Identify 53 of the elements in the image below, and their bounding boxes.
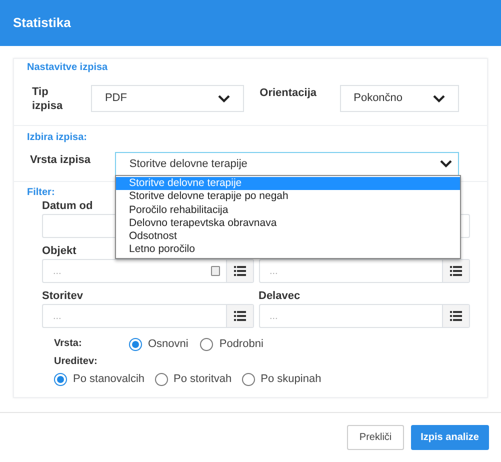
list-icon: [450, 311, 462, 321]
list-button[interactable]: [442, 260, 469, 282]
field-label: Tip izpisa: [31, 85, 64, 113]
dropdown-option[interactable]: Storitve delovne terapije: [116, 177, 460, 190]
lookup-field[interactable]: ...: [42, 304, 254, 328]
radio-button[interactable]: [242, 372, 255, 386]
submit-button[interactable]: Izpis analize: [410, 425, 489, 450]
section-heading: Izbira izpisa:: [27, 132, 88, 144]
field-label: Vrsta:: [54, 337, 83, 351]
field-label: Orientacija: [260, 86, 318, 101]
radio-label: Po skupinah: [260, 372, 322, 386]
list-button[interactable]: [226, 260, 252, 282]
dropdown-option[interactable]: Storitve delovne terapije po negah: [116, 190, 460, 204]
radio-label: Po storitvah: [174, 372, 232, 386]
dropdown-option[interactable]: Delovno terapevtska obravnava: [116, 216, 460, 230]
radio-label: Podrobni: [219, 337, 264, 351]
badge-icon: [210, 266, 220, 276]
list-button[interactable]: [226, 305, 252, 327]
section-heading: Filter:: [27, 187, 55, 198]
field-label: Delavec: [258, 289, 300, 304]
lookup-field[interactable]: ...: [258, 259, 470, 283]
orientation-select[interactable]: Pokončno: [340, 85, 459, 112]
dropdown-option[interactable]: Odsotnost: [116, 230, 460, 244]
lookup-field[interactable]: ...: [42, 259, 254, 283]
chevron-down-icon: [433, 94, 445, 102]
section-heading: Nastavitve izpisa: [27, 62, 108, 74]
chevron-down-icon: [218, 94, 230, 102]
cancel-button[interactable]: Prekliči: [347, 425, 404, 450]
radio-button[interactable]: [200, 338, 214, 350]
input-field[interactable]: ...: [260, 305, 442, 327]
field-label: Datum od: [42, 199, 93, 214]
input-field[interactable]: ...: [43, 260, 210, 282]
input-field[interactable]: ...: [43, 305, 226, 327]
radio-button[interactable]: [54, 372, 67, 386]
input-field[interactable]: ...: [260, 260, 442, 282]
list-icon: [234, 311, 246, 321]
radio-label: Po stanovalcih: [73, 372, 145, 386]
field-label: Storitev: [42, 289, 83, 304]
dropdown-option[interactable]: Letno poročilo: [116, 243, 460, 257]
field-label: Objekt: [42, 244, 76, 259]
list-button[interactable]: [442, 305, 469, 327]
type-select[interactable]: PDF: [90, 85, 244, 112]
lookup-field[interactable]: ...: [258, 304, 470, 328]
field-label: Vrsta izpisa: [29, 153, 92, 168]
radio-button[interactable]: [154, 372, 168, 386]
radio-button[interactable]: [129, 338, 142, 350]
dialog-title: Statistika: [13, 14, 71, 32]
field-label: Ureditev:: [54, 356, 98, 368]
list-icon: [234, 266, 246, 276]
radio-label: Osnovni: [148, 337, 188, 351]
chevron-down-icon: [440, 160, 452, 168]
dropdown-option[interactable]: Poročilo rehabilitacija: [116, 204, 460, 217]
list-icon: [450, 266, 462, 276]
